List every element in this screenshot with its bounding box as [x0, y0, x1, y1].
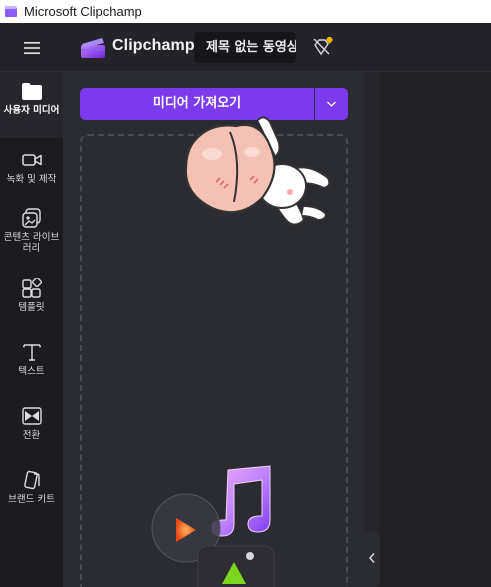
rail-item-text[interactable]: 텍스트	[0, 342, 63, 386]
project-title-input[interactable]: 제목 없는 동영상	[194, 32, 296, 63]
preview-area	[364, 72, 491, 587]
rail-item-your-media[interactable]: 사용자 미디어	[0, 72, 63, 138]
rail-label-brand-kit: 브랜드 키트	[8, 494, 55, 505]
rail-label-transitions: 전환	[22, 430, 41, 441]
text-icon	[22, 344, 41, 361]
window-titlebar: Microsoft Clipchamp	[0, 0, 491, 23]
rail-label-record-create: 녹화 및 제작	[6, 174, 57, 185]
clipchamp-logo-icon	[81, 38, 105, 58]
hamburger-menu-icon[interactable]	[22, 40, 42, 56]
rail-item-record-create[interactable]: 녹화 및 제작	[0, 150, 63, 194]
transition-icon	[21, 407, 42, 425]
rail-label-text: 텍스트	[18, 366, 45, 377]
folder-icon	[21, 83, 42, 100]
templates-icon	[21, 278, 42, 298]
chevron-left-icon	[369, 553, 375, 563]
collapse-panel-button[interactable]	[364, 531, 380, 587]
clipchamp-app-icon	[4, 5, 17, 17]
chevron-down-icon	[327, 101, 336, 107]
panel-gutter	[364, 72, 380, 531]
app-header: Clipchamp 제목 없는 동영상	[0, 23, 491, 72]
rail-label-templates: 템플릿	[18, 302, 45, 313]
rail-item-brand-kit[interactable]: 브랜드 키트	[0, 470, 63, 514]
rail-item-templates[interactable]: 템플릿	[0, 278, 63, 322]
rail-label-content-library: 콘텐츠 라이브러리	[3, 232, 60, 254]
library-icon	[21, 208, 41, 228]
brand-kit-icon	[23, 470, 40, 490]
premium-diamond-icon[interactable]	[311, 35, 335, 59]
window-title: Microsoft Clipchamp	[24, 4, 142, 19]
music-media-illustration	[151, 465, 275, 587]
rail-item-content-library[interactable]: 콘텐츠 라이브러리	[0, 208, 63, 264]
rail-label-your-media: 사용자 미디어	[3, 105, 60, 116]
brand-name: Clipchamp	[112, 37, 195, 54]
peach-sticker-image	[184, 116, 331, 226]
rail-item-transitions[interactable]: 전환	[0, 406, 63, 450]
video-camera-icon	[21, 154, 42, 166]
left-nav-rail: 사용자 미디어 녹화 및 제작 콘텐츠 라이브러리 템플릿 텍스트 전환 브랜드…	[0, 72, 63, 587]
